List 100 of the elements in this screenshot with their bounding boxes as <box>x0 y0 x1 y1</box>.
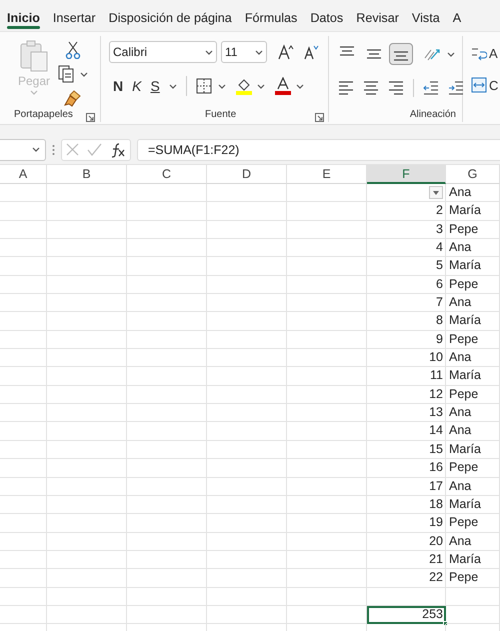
table-cell: 16 <box>367 459 446 478</box>
table-cell: Ana <box>446 422 500 441</box>
column-header[interactable]: G <box>446 165 500 184</box>
table-cell: 6 <box>367 276 446 294</box>
bold-button[interactable]: N <box>113 79 124 93</box>
decrease-indent-button[interactable] <box>423 80 439 96</box>
table-cell <box>0 478 47 496</box>
fill-color-button[interactable] <box>234 77 265 95</box>
table-cell <box>446 606 500 624</box>
ribbon-tab[interactable]: Disposición de página <box>108 0 232 31</box>
table-cell: María <box>446 202 500 221</box>
table-cell: Ana <box>446 349 500 368</box>
grow-font-button[interactable] <box>278 44 294 60</box>
align-icon <box>363 80 379 96</box>
fill-color-icon <box>234 77 253 95</box>
table-cell: Ana <box>446 478 500 496</box>
ribbon-tab[interactable]: A <box>452 0 462 31</box>
table-cell <box>0 184 47 202</box>
bottom-align-button[interactable] <box>389 43 413 65</box>
font-size-text: 11 <box>225 44 238 61</box>
selected-cell[interactable]: 253 <box>367 606 446 624</box>
shrink-font-button[interactable] <box>304 44 320 60</box>
table-cell: 2 <box>367 202 446 221</box>
table-cell <box>0 257 47 276</box>
underline-button[interactable]: S <box>150 79 160 93</box>
table-cell <box>0 330 47 350</box>
copy-button[interactable] <box>58 65 88 83</box>
table-cell: Pepe <box>446 514 500 533</box>
table-cell: 15 <box>367 440 446 460</box>
column-header[interactable]: A <box>0 165 47 184</box>
merge-button[interactable]: C <box>471 77 498 93</box>
table-cell: 18 <box>367 496 446 514</box>
merge-icon <box>471 77 487 93</box>
column-header[interactable]: D <box>207 165 287 184</box>
column-header[interactable]: C <box>127 165 207 184</box>
group-label: Portapapeles <box>14 108 73 122</box>
table-cell: María <box>446 550 500 570</box>
table-cell <box>0 588 47 606</box>
grip-icon <box>52 144 55 156</box>
column-header[interactable]: F <box>367 165 446 184</box>
column-header[interactable]: B <box>47 165 127 184</box>
dialog-launcher-icon[interactable] <box>86 113 95 122</box>
dialog-launcher-icon[interactable] <box>315 113 324 122</box>
table-cell: 14 <box>367 422 446 441</box>
table-cell <box>0 550 47 570</box>
table-cell: 3 <box>367 220 446 240</box>
table-cell: Pepe <box>446 386 500 404</box>
align-right-button[interactable] <box>388 80 404 96</box>
table-cell: 10 <box>367 349 446 368</box>
check-icon <box>87 143 102 156</box>
table-cell: 12 <box>367 386 446 404</box>
function-icon <box>110 142 126 158</box>
borders-icon <box>196 78 212 94</box>
table-cell: Pepe <box>446 459 500 478</box>
table-cell: Ana <box>446 404 500 422</box>
table-cell: 21 <box>367 550 446 570</box>
wrap-text-button[interactable]: A <box>471 44 498 62</box>
align-left-button[interactable] <box>338 80 354 96</box>
filter-button[interactable] <box>429 186 443 199</box>
font-color-button[interactable] <box>274 77 304 95</box>
caret-icon <box>446 50 454 58</box>
caret-icon <box>30 89 38 96</box>
borders-button[interactable] <box>196 78 226 94</box>
column-header[interactable]: E <box>287 165 367 184</box>
table-cell: 9 <box>367 330 446 350</box>
caret-icon <box>296 82 304 90</box>
align-icon <box>338 80 354 96</box>
table-cell <box>0 386 47 404</box>
font-size-dropdown[interactable]: 11 <box>221 41 267 63</box>
group-label: Fuente <box>205 108 236 122</box>
table-cell <box>0 606 47 624</box>
table-cell: Ana <box>446 184 500 202</box>
table-cell: 17 <box>367 478 446 496</box>
table-cell: 7 <box>367 294 446 312</box>
increase-indent-button[interactable] <box>448 80 464 96</box>
insert-function-button[interactable] <box>110 142 126 158</box>
align-icon <box>367 49 381 59</box>
caret-icon <box>168 82 177 90</box>
ribbon-tab[interactable]: Fórmulas <box>244 0 298 31</box>
table-cell <box>0 404 47 422</box>
clipboard-icon <box>19 40 50 72</box>
table-cell: Pepe <box>446 569 500 588</box>
table-cell: María <box>446 257 500 276</box>
ribbon-tab[interactable]: Revisar <box>356 0 399 31</box>
table-cell: María <box>446 496 500 514</box>
align-icon <box>340 46 354 56</box>
ribbon-tab[interactable]: Inicio <box>7 0 40 31</box>
table-cell <box>0 239 47 258</box>
italic-button[interactable]: K <box>132 79 142 93</box>
font-name-dropdown[interactable]: Calibri <box>109 41 217 63</box>
table-cell <box>0 440 47 460</box>
copy-icon <box>58 65 74 83</box>
ribbon-tab[interactable]: Insertar <box>52 0 96 31</box>
table-cell <box>0 496 47 514</box>
table-cell <box>0 422 47 441</box>
formula-field[interactable]: =SUMA(F1:F22) <box>137 138 500 160</box>
center-button[interactable] <box>363 80 379 96</box>
ribbon-tab[interactable]: Datos <box>310 0 344 31</box>
decrease-indent-icon <box>423 80 439 96</box>
ribbon-tab[interactable]: Vista <box>412 0 440 31</box>
